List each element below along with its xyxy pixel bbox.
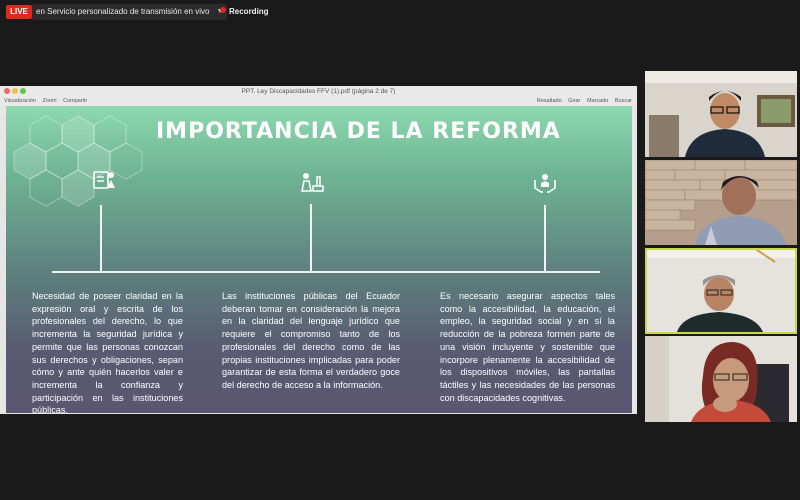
participant-video-1 bbox=[645, 71, 797, 157]
toolbar-girar[interactable]: Girar bbox=[568, 98, 580, 104]
viewer-toolbar: Visualización Zoom Compartir Resaltado G… bbox=[0, 97, 637, 106]
care-hands-icon bbox=[534, 174, 556, 193]
participant-tile-1[interactable] bbox=[645, 71, 797, 157]
slide-column-1: Necesidad de poseer claridad en la expre… bbox=[32, 291, 183, 413]
participant-video-4 bbox=[645, 336, 797, 422]
record-dot-icon bbox=[220, 7, 226, 13]
live-badge: LIVE bbox=[6, 5, 32, 19]
timeline-line bbox=[52, 271, 600, 273]
timeline-marker-1 bbox=[100, 205, 102, 271]
toolbar-resaltado[interactable]: Resaltado bbox=[537, 98, 562, 104]
timeline-marker-3 bbox=[544, 205, 546, 271]
stream-service-label: en Servicio personalizado de transmisión… bbox=[36, 7, 210, 16]
presentation-slide: IMPORTANCIA DE LA REFORMA Necesidad de p… bbox=[6, 106, 632, 413]
toolbar-compartir[interactable]: Compartir bbox=[63, 98, 87, 104]
slide-column-2: Las instituciones públicas del Ecuador d… bbox=[222, 291, 400, 390]
toolbar-zoom[interactable]: Zoom bbox=[43, 98, 57, 104]
hexagon-decoration bbox=[13, 115, 143, 207]
recording-label: Recording bbox=[229, 7, 269, 16]
slide-title: IMPORTANCIA DE LA REFORMA bbox=[156, 119, 561, 144]
reading-icon bbox=[93, 171, 115, 189]
laboratory-icon bbox=[301, 173, 324, 192]
participant-tile-4[interactable] bbox=[645, 336, 797, 422]
timeline-marker-2 bbox=[310, 204, 312, 271]
slide-column-3: Es necesario asegurar aspectos tales com… bbox=[440, 291, 615, 403]
stream-service-dropdown[interactable]: en Servicio personalizado de transmisión… bbox=[32, 4, 228, 20]
toolbar-marcado[interactable]: Marcado bbox=[587, 98, 608, 104]
shared-pdf-window: PPT. Ley Discapacidades FFV (1).pdf (pág… bbox=[0, 86, 637, 414]
window-titlebar: PPT. Ley Discapacidades FFV (1).pdf (pág… bbox=[0, 86, 637, 97]
participant-tile-3-active-speaker[interactable] bbox=[645, 248, 797, 334]
participant-video-3 bbox=[647, 250, 795, 332]
toolbar-visualizacion[interactable]: Visualización bbox=[4, 98, 36, 104]
window-title: PPT. Ley Discapacidades FFV (1).pdf (pág… bbox=[241, 88, 396, 95]
participant-tile-2[interactable] bbox=[645, 160, 797, 245]
recording-indicator: Recording bbox=[220, 5, 269, 19]
participant-video-2 bbox=[645, 160, 797, 245]
toolbar-buscar[interactable]: Buscar bbox=[615, 98, 632, 104]
top-bar: LIVE en Servicio personalizado de transm… bbox=[0, 0, 800, 24]
